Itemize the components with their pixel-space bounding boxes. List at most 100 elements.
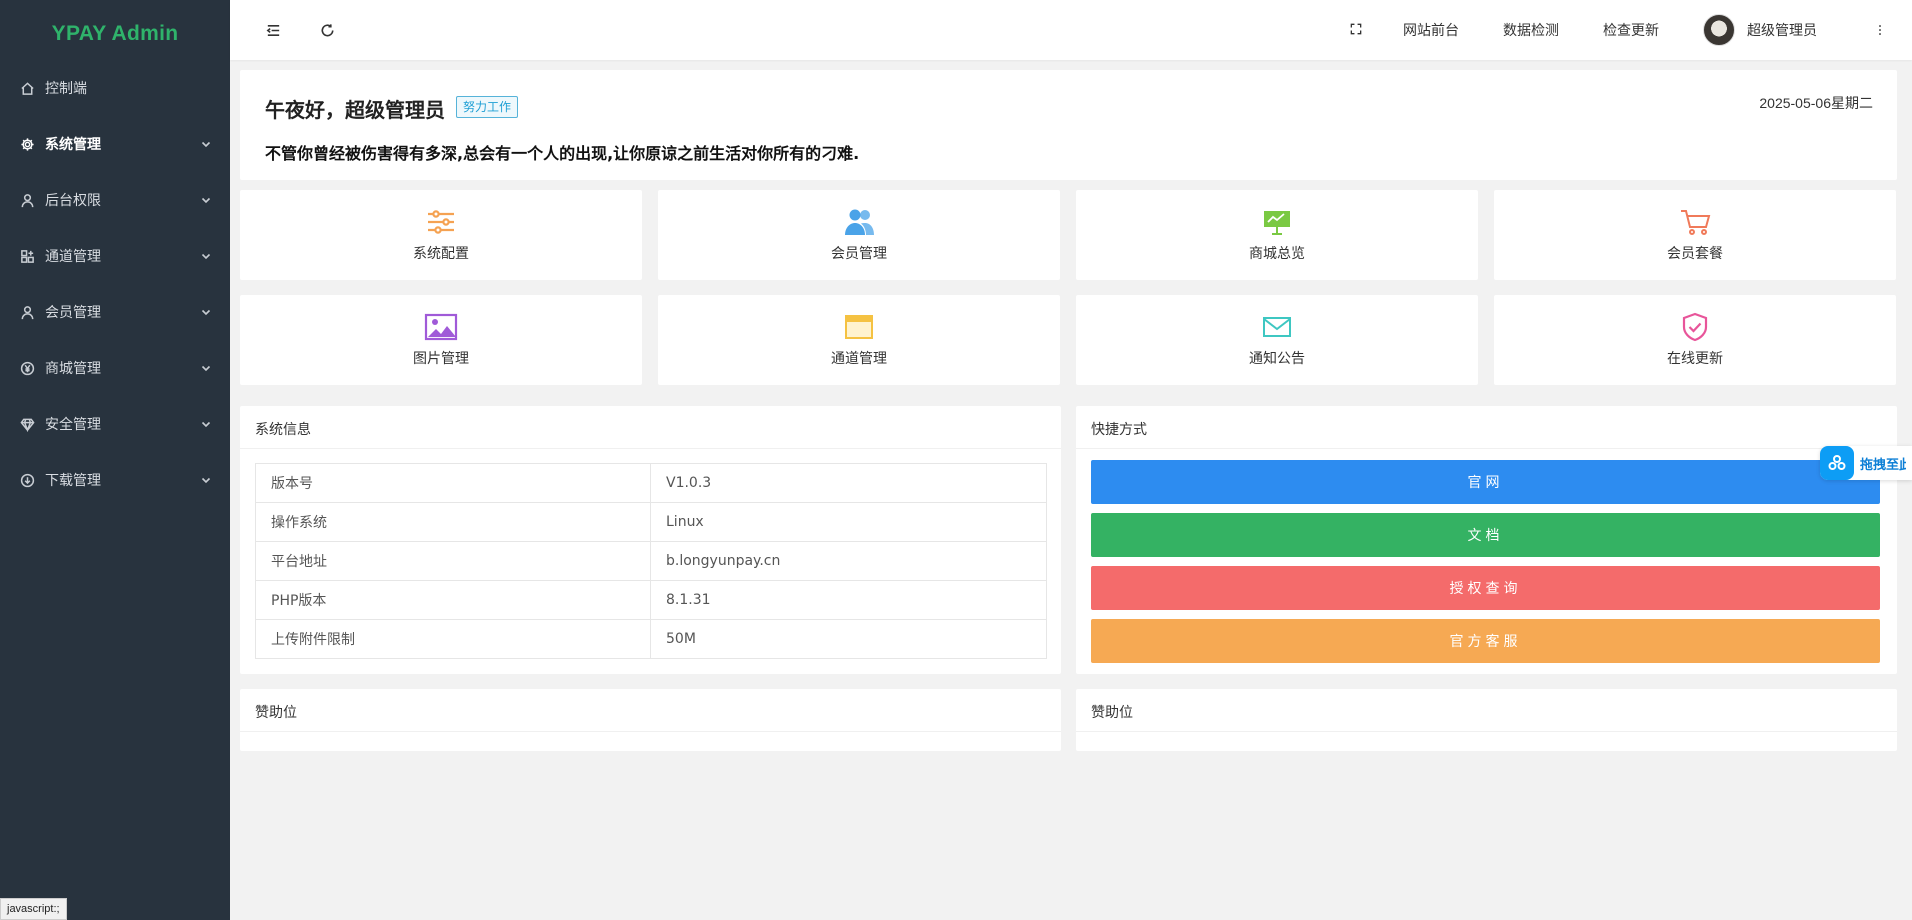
- sidebar-item-label: 会员管理: [45, 305, 101, 321]
- browser-status-bar: javascript:;: [0, 898, 67, 920]
- panel-title: 快捷方式: [1091, 422, 1147, 438]
- home-icon: [19, 80, 35, 96]
- info-value: V1.0.3: [650, 463, 1047, 503]
- diamond-icon: [19, 416, 35, 432]
- sidebar-item-label: 下载管理: [45, 473, 101, 489]
- sidebar-item-shop[interactable]: 商城管理: [0, 340, 230, 396]
- status-badge: 努力工作: [456, 96, 519, 118]
- data-check-link[interactable]: 数据检测: [1503, 20, 1559, 40]
- table-row: 操作系统 Linux: [255, 502, 1047, 542]
- panel-title: 赞助位: [1091, 705, 1133, 721]
- sidebar-item-system[interactable]: 系统管理: [0, 116, 230, 172]
- table-row: PHP版本 8.1.31: [255, 580, 1047, 620]
- sidebar-item-console[interactable]: 控制端: [0, 60, 230, 116]
- tile-label: 会员管理: [831, 246, 887, 262]
- info-key: PHP版本: [255, 580, 651, 620]
- menu-toggle-icon[interactable]: [261, 18, 285, 42]
- tile-image-management[interactable]: 图片管理: [240, 295, 642, 385]
- cloud-upload-icon: [1820, 446, 1854, 480]
- sidebar-item-channels[interactable]: 通道管理: [0, 228, 230, 284]
- info-value: 50M: [650, 619, 1047, 659]
- site-frontend-link[interactable]: 网站前台: [1403, 20, 1459, 40]
- tile-member-plans[interactable]: 会员套餐: [1494, 190, 1896, 280]
- shield-check-icon: [1678, 312, 1712, 342]
- table-row: 版本号 V1.0.3: [255, 463, 1047, 503]
- tile-label: 在线更新: [1667, 351, 1723, 367]
- chevron-down-icon: [200, 194, 212, 206]
- tile-label: 通知公告: [1249, 351, 1305, 367]
- sidebar-item-label: 商城管理: [45, 361, 101, 377]
- yen-icon: [19, 360, 35, 376]
- sidebar-item-label: 后台权限: [45, 193, 101, 209]
- more-vertical-icon[interactable]: [1868, 18, 1892, 42]
- sidebar-item-label: 系统管理: [45, 137, 101, 153]
- tile-shop-overview[interactable]: 商城总览: [1076, 190, 1478, 280]
- tile-system-config[interactable]: 系统配置: [240, 190, 642, 280]
- sidebar-item-members[interactable]: 会员管理: [0, 284, 230, 340]
- fullscreen-icon[interactable]: [1344, 17, 1368, 41]
- welcome-card: 午夜好，超级管理员 努力工作 2025-05-06星期二 不管你曾经被伤害得有多…: [240, 70, 1897, 180]
- system-info-table: 版本号 V1.0.3 操作系统 Linux 平台地址 b.longyunpay.cn …: [255, 463, 1047, 659]
- sidebar-item-admin-permissions[interactable]: 后台权限: [0, 172, 230, 228]
- shortcuts-panel: 快捷方式 官网 文档 授权查询 官方客服: [1076, 406, 1897, 674]
- divider: [240, 731, 1061, 732]
- window-icon: [842, 312, 876, 342]
- user-icon: [19, 304, 35, 320]
- chevron-down-icon: [200, 474, 212, 486]
- info-key: 版本号: [255, 463, 651, 503]
- tile-label: 通道管理: [831, 351, 887, 367]
- license-query-button[interactable]: 授权查询: [1091, 566, 1880, 610]
- check-update-link[interactable]: 检查更新: [1603, 20, 1659, 40]
- sponsor-panel-right: 赞助位: [1076, 689, 1897, 751]
- avatar[interactable]: [1703, 14, 1735, 46]
- user-name[interactable]: 超级管理员: [1747, 20, 1817, 40]
- presentation-icon: [1260, 207, 1294, 237]
- sidebar-item-label: 控制端: [45, 81, 87, 97]
- chevron-down-icon: [200, 362, 212, 374]
- table-row: 平台地址 b.longyunpay.cn: [255, 541, 1047, 581]
- current-date: 2025-05-06星期二: [1759, 95, 1873, 111]
- panel-title: 系统信息: [255, 422, 311, 438]
- daily-quote: 不管你曾经被伤害得有多深,总会有一个人的出现,让你原谅之前生活对你所有的刁难.: [265, 144, 860, 163]
- customer-service-button[interactable]: 官方客服: [1091, 619, 1880, 663]
- app-logo[interactable]: YPAY Admin: [0, 0, 230, 68]
- tile-label: 图片管理: [413, 351, 469, 367]
- tile-notices[interactable]: 通知公告: [1076, 295, 1478, 385]
- official-site-button[interactable]: 官网: [1091, 460, 1880, 504]
- user-icon: [19, 192, 35, 208]
- users-icon: [842, 207, 876, 237]
- chevron-down-icon: [200, 418, 212, 430]
- tile-channel-management[interactable]: 通道管理: [658, 295, 1060, 385]
- info-key: 操作系统: [255, 502, 651, 542]
- sidebar: YPAY Admin 控制端 系统管理 后台权限 通道管理 会员管理 商城管理 …: [0, 0, 230, 920]
- sliders-icon: [424, 207, 458, 237]
- chevron-down-icon: [200, 306, 212, 318]
- drag-drop-widget[interactable]: 拖拽至此: [1820, 446, 1912, 480]
- tile-label: 商城总览: [1249, 246, 1305, 262]
- system-info-panel: 系统信息 版本号 V1.0.3 操作系统 Linux 平台地址 b.longyunpa…: [240, 406, 1061, 674]
- greeting: 午夜好，超级管理员: [265, 98, 445, 122]
- info-value: b.longyunpay.cn: [650, 541, 1047, 581]
- info-value: Linux: [650, 502, 1047, 542]
- table-row: 上传附件限制 50M: [255, 619, 1047, 659]
- gear-icon: [19, 136, 35, 152]
- apps-icon: [19, 248, 35, 264]
- divider: [1076, 448, 1897, 449]
- tile-online-update[interactable]: 在线更新: [1494, 295, 1896, 385]
- divider: [240, 448, 1061, 449]
- refresh-icon[interactable]: [315, 18, 339, 42]
- mail-icon: [1260, 312, 1294, 342]
- sidebar-item-downloads[interactable]: 下载管理: [0, 452, 230, 508]
- sidebar-item-label: 通道管理: [45, 249, 101, 265]
- cart-icon: [1678, 207, 1712, 237]
- panel-title: 赞助位: [255, 705, 297, 721]
- download-icon: [19, 472, 35, 488]
- sidebar-item-security[interactable]: 安全管理: [0, 396, 230, 452]
- info-value: 8.1.31: [650, 580, 1047, 620]
- tile-label: 会员套餐: [1667, 246, 1723, 262]
- sponsor-panel-left: 赞助位: [240, 689, 1061, 751]
- chevron-down-icon: [200, 138, 212, 150]
- docs-button[interactable]: 文档: [1091, 513, 1880, 557]
- tile-members[interactable]: 会员管理: [658, 190, 1060, 280]
- tile-label: 系统配置: [413, 246, 469, 262]
